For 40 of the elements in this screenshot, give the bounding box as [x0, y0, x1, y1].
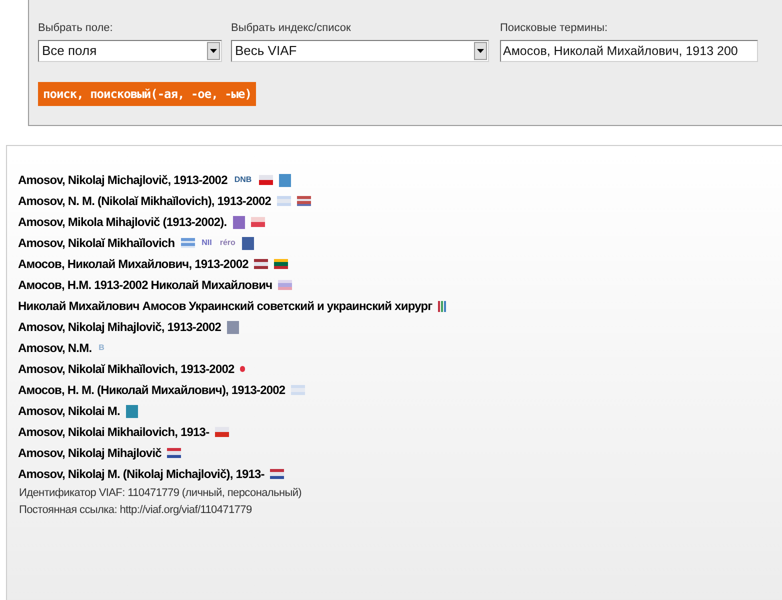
viaf-id-text: Идентификатор VIAF: 110471779 (личный, персональный): [19, 486, 303, 501]
heading-link[interactable]: Amosov, Nikolaj Mihajlovič, 1913-2002: [18, 318, 222, 336]
heading-link[interactable]: Амосов, Николай Михайлович, 1913-2002: [18, 255, 248, 273]
field-label: Выбрать индекс/список: [231, 21, 352, 36]
heading-link[interactable]: Amosov, Nikolaj M. (Nikolaj Michajlovič), 1913-: [18, 465, 264, 483]
source-badge[interactable]: NII: [200, 239, 213, 247]
dropdown-select[interactable]: Весь VIAF: [231, 40, 489, 62]
source-badge[interactable]: réro: [218, 239, 236, 247]
flag-icon[interactable]: [270, 469, 284, 479]
heading-link[interactable]: Amosov, Nikolai M.: [18, 402, 120, 420]
search-terms-field[interactable]: Амосов, Николай Михайлович, 1913 200: [500, 40, 758, 62]
field-label: Выбрать поле:: [38, 21, 114, 36]
logo-icon[interactable]: [232, 216, 245, 228]
barcode-icon[interactable]: [438, 300, 446, 312]
field-label: Поисковые термины:: [500, 21, 609, 36]
heading-link[interactable]: Амосов, Н.М. 1913-2002 Николай Михайлович: [18, 276, 272, 294]
flag-icon[interactable]: [250, 217, 265, 227]
flag-icon[interactable]: [254, 259, 268, 269]
heading-link[interactable]: Amosov, Nikolaj Michajlovič, 1913-2002: [18, 171, 228, 189]
heading-link[interactable]: Amosov, N. M. (Nikolaĭ Mikhaĭlovich), 1913-2002: [18, 192, 272, 210]
flag-icon[interactable]: [297, 196, 312, 206]
permalink-text: Постоянная ссылка: http://viaf.org/viaf/110471779: [19, 502, 253, 518]
heading-link[interactable]: Amosov, Nikolaĭ Mikhaĭlovich: [18, 234, 175, 252]
heading-link[interactable]: Amosov, Nikolai Mikhailovich, 1913-: [18, 423, 210, 441]
heading-link[interactable]: Amosov, Nikolaĭ Mikhaĭlovich, 1913-2002: [18, 360, 234, 378]
logo-icon[interactable]: [242, 236, 254, 250]
heading-link[interactable]: Николай Михайлович Амосов Украинский советский и украинский хирург: [18, 297, 432, 315]
flag-icon[interactable]: [167, 448, 182, 458]
heading-link[interactable]: Amosov, Mikola Mihajlovič (1913-2002).: [18, 213, 227, 231]
heading-link[interactable]: Amosov, Nikolaj Mihajlovič: [18, 444, 162, 462]
flag-icon[interactable]: [258, 175, 273, 185]
logo-icon[interactable]: [227, 320, 240, 334]
heading-link[interactable]: Amosov, N.M.: [18, 339, 92, 357]
flag-icon[interactable]: [274, 259, 288, 269]
source-badge[interactable]: DNB: [233, 176, 253, 184]
flag-icon[interactable]: [215, 427, 230, 437]
logo-icon[interactable]: [126, 404, 138, 418]
logo-icon[interactable]: [278, 174, 291, 186]
heading-link[interactable]: Амосов, Н. М. (Николай Михайлович), 1913-2002: [18, 381, 286, 399]
dropdown-select[interactable]: Все поля: [38, 40, 222, 62]
